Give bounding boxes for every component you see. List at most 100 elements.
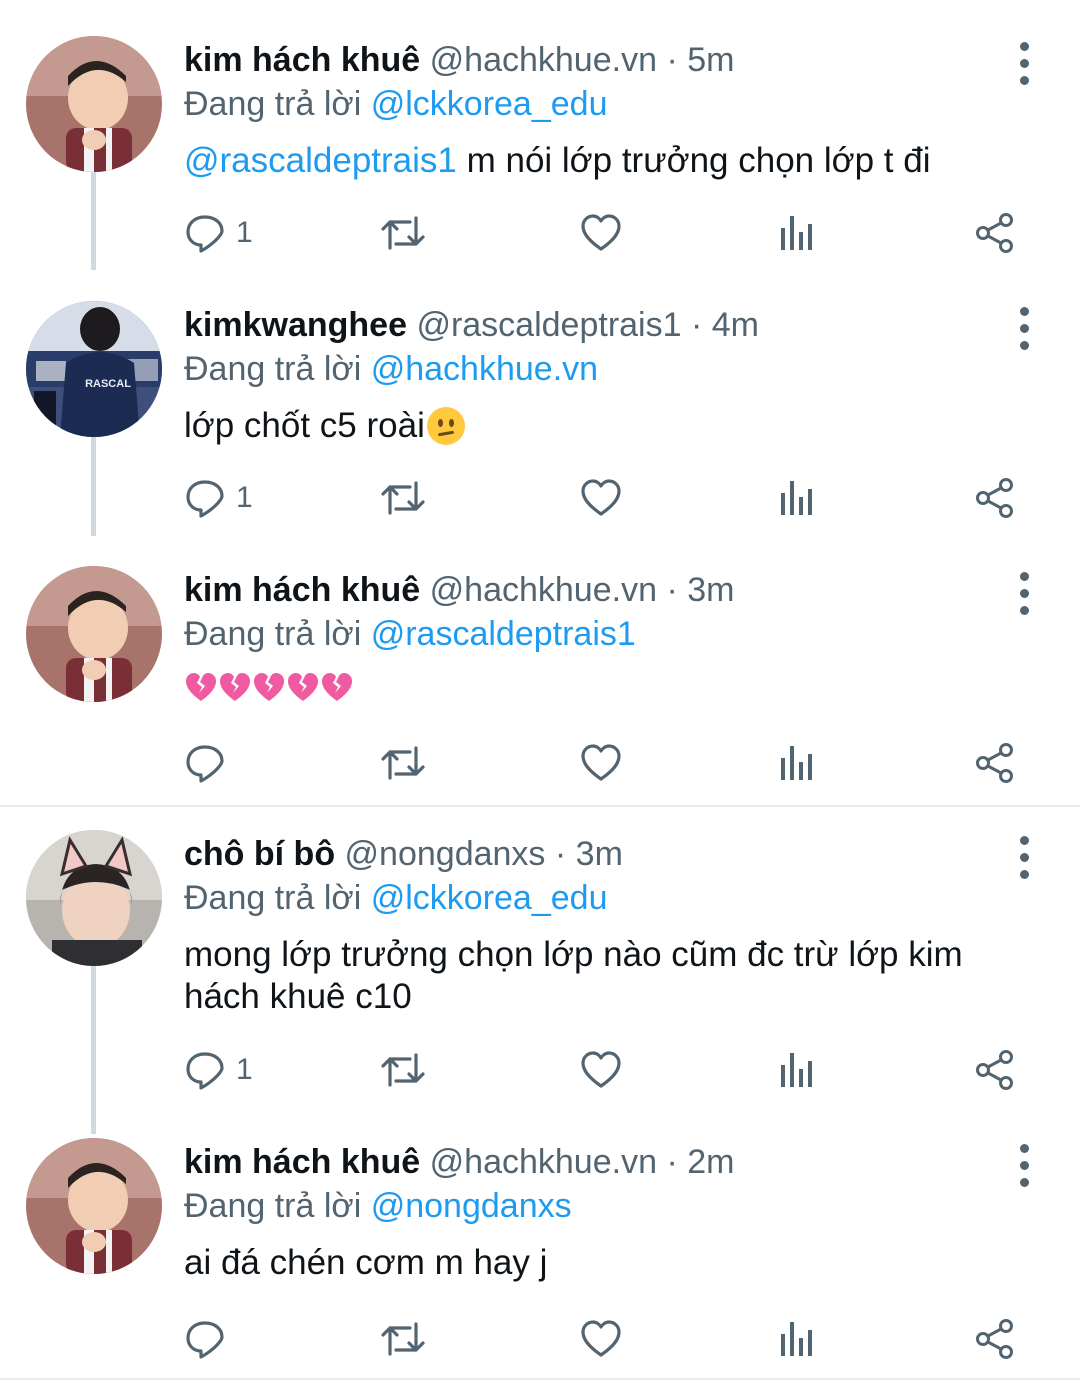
analytics-button[interactable] [778,738,814,788]
share-icon [976,743,1013,783]
timestamp[interactable]: 3m [576,835,623,873]
separator: · [666,1143,678,1181]
replying-to: Đang trả lời @nongdanxs [184,1184,572,1228]
thread-divider [0,805,1080,807]
avatar[interactable] [26,36,162,172]
separator: · [554,835,567,873]
share-icon [976,478,1013,518]
analytics-button[interactable] [778,473,814,523]
user-handle[interactable]: @nongdanxs [345,835,546,873]
timestamp[interactable]: 2m [687,1143,734,1181]
reply-icon [186,480,224,518]
reply-button[interactable]: 1 [184,208,253,258]
more-icon[interactable] [1010,836,1040,880]
timestamp[interactable]: 5m [687,41,734,79]
tweet-text: @rascaldeptrais1 m nói lớp trưởng chọn l… [184,140,1024,182]
analytics-button[interactable] [778,208,814,258]
like-icon [581,1320,621,1357]
analytics-button[interactable] [778,1045,814,1095]
tweet[interactable]: chô bí bô @nongdanxs · 3m Đang trả lời @… [0,830,1080,1100]
avatar[interactable] [26,830,162,966]
retweet-button[interactable] [380,208,426,258]
tweet-text [184,670,1024,704]
broken-heart-emoji [220,673,250,701]
share-button[interactable] [974,208,1016,258]
action-bar: 1 [184,1045,1044,1095]
tweet[interactable]: kim hách khuê @hachkhue.vn · 5m Đang trả… [0,36,1080,266]
timestamp[interactable]: 4m [712,306,759,344]
like-button[interactable] [580,1314,622,1364]
display-name[interactable]: chô bí bô [184,835,335,873]
reply-button[interactable] [184,738,226,788]
like-button[interactable] [580,1045,622,1095]
separator: · [666,41,678,79]
mention-link[interactable]: @lckkorea_edu [371,85,608,123]
tweet-header: kim hách khuê @hachkhue.vn · 5m [184,38,734,82]
reply-count: 1 [236,481,253,514]
tweet[interactable]: kim hách khuê @hachkhue.vn · 3m Đang trả… [0,566,1080,796]
share-button[interactable] [974,473,1016,523]
replying-to: Đang trả lời @lckkorea_edu [184,876,607,920]
timestamp[interactable]: 3m [687,571,734,609]
share-button[interactable] [974,1045,1016,1095]
broken-heart-emoji [322,673,352,701]
display-name[interactable]: kim hách khuê [184,41,420,79]
tweet-header: chô bí bô @nongdanxs · 3m [184,832,623,876]
retweet-icon [381,216,425,250]
reply-button[interactable]: 1 [184,1045,253,1095]
like-icon [581,1051,621,1088]
share-button[interactable] [974,738,1016,788]
user-handle[interactable]: @hachkhue.vn [430,1143,657,1181]
mention-link[interactable]: @rascaldeptrais1 [184,141,457,180]
reply-button[interactable]: 1 [184,473,253,523]
reply-icon [186,745,224,783]
mention-link[interactable]: @rascaldeptrais1 [371,615,636,653]
retweet-button[interactable] [380,473,426,523]
share-button[interactable] [974,1314,1016,1364]
replying-to: Đang trả lời @lckkorea_edu [184,82,607,126]
retweet-button[interactable] [380,1045,426,1095]
mention-link[interactable]: @hachkhue.vn [371,350,598,388]
retweet-icon [381,481,425,515]
user-handle[interactable]: @rascaldeptrais1 [416,306,681,344]
analytics-icon [781,481,812,515]
display-name[interactable]: kim hách khuê [184,1143,420,1181]
avatar[interactable] [26,566,162,702]
reply-prefix: Đang trả lời [184,615,362,653]
more-icon[interactable] [1010,1144,1040,1188]
reply-prefix: Đang trả lời [184,879,362,917]
user-handle[interactable]: @hachkhue.vn [430,571,657,609]
retweet-button[interactable] [380,738,426,788]
analytics-icon [781,216,812,250]
retweet-button[interactable] [380,1314,426,1364]
reply-count: 1 [236,216,253,249]
user-handle[interactable]: @hachkhue.vn [430,41,657,79]
share-icon [976,1319,1013,1359]
replying-to: Đang trả lời @rascaldeptrais1 [184,612,636,656]
mention-link[interactable]: @lckkorea_edu [371,879,608,917]
tweet[interactable]: RASCAL kimkwanghee @rascaldeptrais1 · 4m… [0,301,1080,531]
like-icon [581,214,621,251]
reply-button[interactable] [184,1314,226,1364]
avatar[interactable]: RASCAL [26,301,162,437]
tweet-body: m nói lớp trưởng chọn lớp t đi [456,141,931,180]
more-icon[interactable] [1010,307,1040,351]
like-button[interactable] [580,473,622,523]
like-button[interactable] [580,738,622,788]
display-name[interactable]: kimkwanghee [184,306,407,344]
display-name[interactable]: kim hách khuê [184,571,420,609]
more-icon[interactable] [1010,572,1040,616]
more-icon[interactable] [1010,42,1040,86]
tweet-body: ai đá chén cơm m hay j [184,1243,548,1282]
reply-icon [186,1321,224,1359]
separator: · [690,306,703,344]
avatar[interactable] [26,1138,162,1274]
like-button[interactable] [580,208,622,258]
analytics-button[interactable] [778,1314,814,1364]
tweet-text: ai đá chén cơm m hay j [184,1242,1024,1284]
mention-link[interactable]: @nongdanxs [371,1187,572,1225]
tweet[interactable]: kim hách khuê @hachkhue.vn · 2m Đang trả… [0,1138,1080,1368]
reply-prefix: Đang trả lời [184,350,362,388]
reply-prefix: Đang trả lời [184,85,362,123]
like-icon [581,479,621,516]
